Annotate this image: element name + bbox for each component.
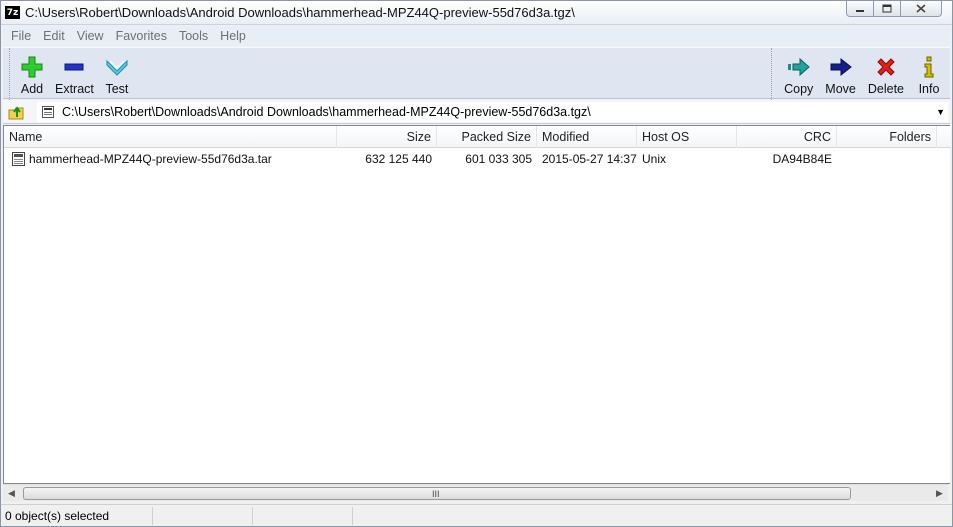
minimize-icon — [856, 9, 864, 12]
column-header-modified[interactable]: Modified — [537, 126, 637, 148]
status-selection: 0 object(s) selected — [1, 507, 153, 525]
address-combobox[interactable]: C:\Users\Robert\Downloads\Android Downlo… — [37, 102, 948, 122]
address-bar: C:\Users\Robert\Downloads\Android Downlo… — [3, 100, 950, 124]
row-size: 632 125 440 — [365, 152, 432, 166]
scroll-left-arrow-icon[interactable]: ◀ — [3, 485, 20, 502]
folder-up-icon[interactable] — [8, 103, 26, 121]
add-button-label: Add — [20, 82, 44, 96]
info-button[interactable]: Info — [910, 48, 948, 100]
scroll-right-arrow-icon[interactable]: ▶ — [931, 485, 948, 502]
row-name: hammerhead-MPZ44Q-preview-55d76d3a.tar — [29, 152, 272, 166]
toolbar: Add Extract Test Copy Move Delete Info — [3, 47, 950, 100]
copy-button[interactable]: Copy — [776, 48, 819, 100]
row-crc: DA94B84E — [772, 152, 832, 166]
delete-button-label: Delete — [867, 82, 904, 96]
test-button-label: Test — [105, 82, 129, 96]
menu-favorites[interactable]: Favorites — [110, 29, 173, 43]
copy-button-label: Copy — [784, 82, 814, 96]
column-header-size[interactable]: Size — [337, 126, 437, 148]
row-packed-size: 601 033 305 — [465, 152, 532, 166]
title-bar[interactable]: 7z C:\Users\Robert\Downloads\Android Dow… — [1, 1, 952, 25]
window-title: C:\Users\Robert\Downloads\Android Downlo… — [25, 5, 575, 20]
move-arrow-icon — [830, 57, 852, 77]
column-header-name[interactable]: Name — [4, 126, 337, 148]
address-path[interactable]: C:\Users\Robert\Downloads\Android Downlo… — [62, 105, 591, 119]
horizontal-scrollbar[interactable]: ◀ III ▶ — [3, 484, 948, 501]
close-button[interactable] — [900, 1, 942, 17]
column-header-crc[interactable]: CRC — [737, 126, 837, 148]
column-header-row: Name Size Packed Size Modified Host OS C… — [4, 126, 951, 148]
file-list[interactable]: Name Size Packed Size Modified Host OS C… — [3, 125, 951, 484]
row-modified: 2015-05-27 14:37 — [542, 152, 637, 166]
test-button[interactable]: Test — [101, 48, 133, 100]
extract-button[interactable]: Extract — [52, 48, 97, 100]
menu-edit[interactable]: Edit — [37, 29, 71, 43]
row-host-os: Unix — [642, 152, 667, 166]
scrollbar-thumb[interactable]: III — [23, 487, 851, 500]
archive-icon — [42, 106, 54, 118]
row-folders — [837, 149, 937, 169]
toolbar-group-left: Add Extract Test — [9, 48, 133, 100]
copy-arrow-icon — [787, 57, 810, 77]
window-controls — [846, 1, 942, 19]
info-icon — [924, 56, 934, 78]
info-button-label: Info — [918, 82, 940, 96]
status-pane-2 — [153, 507, 253, 525]
menu-tools[interactable]: Tools — [173, 29, 214, 43]
toolbar-group-right: Copy Move Delete Info — [771, 48, 948, 100]
table-row[interactable]: hammerhead-MPZ44Q-preview-55d76d3a.tar 6… — [4, 149, 951, 169]
delete-button[interactable]: Delete — [862, 48, 910, 100]
column-header-folders[interactable]: Folders — [837, 126, 937, 148]
maximize-icon — [882, 4, 892, 13]
status-pane-3 — [253, 507, 353, 525]
app-window: 7z C:\Users\Robert\Downloads\Android Dow… — [0, 0, 953, 527]
status-bar: 0 object(s) selected — [1, 504, 952, 526]
scrollbar-grip: III — [432, 489, 440, 499]
close-icon — [916, 4, 926, 13]
plus-icon — [21, 56, 43, 78]
dropdown-arrow-icon[interactable]: ▼ — [936, 107, 945, 117]
extract-button-label: Extract — [55, 82, 94, 96]
move-button[interactable]: Move — [819, 48, 862, 100]
column-header-host-os[interactable]: Host OS — [637, 126, 737, 148]
menu-bar: File Edit View Favorites Tools Help — [3, 26, 950, 46]
maximize-button[interactable] — [873, 1, 901, 17]
column-header-packed-size[interactable]: Packed Size — [437, 126, 537, 148]
check-chevron-icon — [106, 59, 128, 76]
move-button-label: Move — [825, 82, 856, 96]
x-icon — [877, 58, 895, 76]
menu-view[interactable]: View — [71, 29, 110, 43]
add-button[interactable]: Add — [16, 48, 48, 100]
menu-help[interactable]: Help — [214, 29, 252, 43]
menu-file[interactable]: File — [5, 29, 37, 43]
app-7z-icon: 7z — [5, 6, 20, 19]
minus-icon — [64, 63, 84, 71]
minimize-button[interactable] — [846, 1, 874, 17]
